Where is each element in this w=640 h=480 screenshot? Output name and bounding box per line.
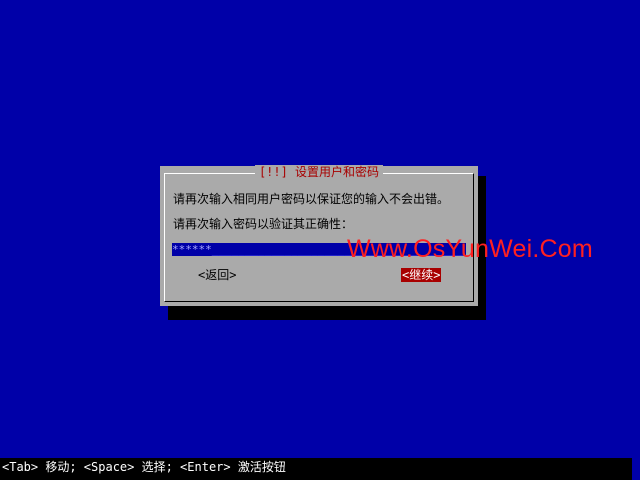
help-bar-end [632, 458, 640, 480]
keyboard-help-text: <Tab> 移动; <Space> 选择; <Enter> 激活按钮 [2, 460, 286, 474]
dialog-title: [!!] 设置用户和密码 [160, 165, 478, 179]
password-masked-value: ****** [172, 243, 212, 256]
back-button[interactable]: <返回> [198, 268, 236, 282]
help-bar: <Tab> 移动; <Space> 选择; <Enter> 激活按钮 [0, 458, 640, 480]
watermark-text: Www.OsYunWei.Com [347, 235, 593, 263]
installer-screen: [!!] 设置用户和密码 请再次输入相同用户密码以保证您的输入不会出错。 请再次… [0, 0, 640, 480]
continue-button[interactable]: <继续> [401, 268, 442, 282]
password-prompt-label: 请再次输入密码以验证其正确性： [173, 217, 354, 231]
dialog-message: 请再次输入相同用户密码以保证您的输入不会出错。 [173, 192, 450, 206]
dialog-title-text: [!!] 设置用户和密码 [254, 165, 384, 179]
